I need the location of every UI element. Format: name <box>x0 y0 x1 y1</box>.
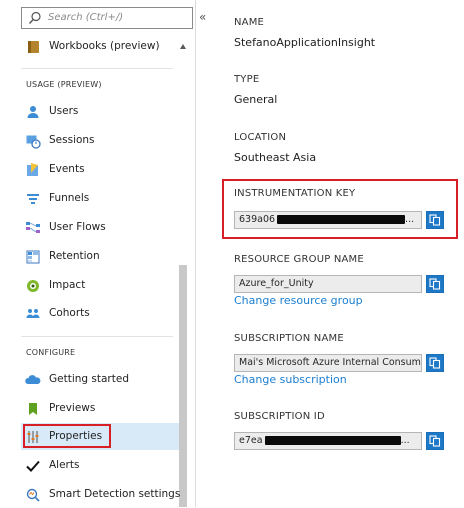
sidebar-item-sessions[interactable]: Sessions <box>21 127 179 154</box>
location-value: Southeast Asia <box>234 151 317 164</box>
impact-icon <box>27 280 39 292</box>
resource-group-label: RESOURCE GROUP NAME <box>234 254 364 265</box>
events-icon <box>27 163 38 176</box>
sidebar-item-cohorts[interactable]: Cohorts <box>21 300 179 327</box>
name-label: NAME <box>234 17 265 28</box>
section-usage: USAGE (PREVIEW) <box>26 80 102 89</box>
retention-icon <box>26 250 40 264</box>
subscription-id-prefix: e7ea <box>239 435 263 446</box>
subscription-id-field[interactable]: e7ea... <box>234 432 422 450</box>
redaction-mark <box>277 215 406 224</box>
sidebar-item-users[interactable]: Users <box>21 98 179 125</box>
sidebar-item-retention[interactable]: Retention <box>21 243 179 270</box>
copy-icon <box>429 278 441 290</box>
sidebar-item-label: Previews <box>49 402 96 414</box>
sidebar-item-label: Sessions <box>49 134 95 146</box>
smart-detection-icon <box>26 488 40 502</box>
type-value: General <box>234 93 278 106</box>
sidebar-item-funnels[interactable]: Funnels <box>21 185 179 212</box>
sidebar-item-label: User Flows <box>49 221 106 233</box>
sidebar-item-previews[interactable]: Previews <box>21 395 179 422</box>
search-icon <box>28 11 41 24</box>
sidebar-item-label: Workbooks (preview) <box>49 40 160 52</box>
sidebar-item-label: Alerts <box>49 459 80 471</box>
sidebar-item-label: Retention <box>49 250 100 262</box>
divider <box>21 68 173 69</box>
change-subscription-link[interactable]: Change subscription <box>234 373 347 386</box>
cohorts-icon <box>26 309 40 318</box>
instrumentation-key-label: INSTRUMENTATION KEY <box>234 188 356 199</box>
copy-subscription-name-button[interactable] <box>426 354 444 372</box>
copy-icon <box>429 214 441 226</box>
instrumentation-key-prefix: 639a06 <box>239 214 276 225</box>
type-label: TYPE <box>234 74 260 85</box>
collapse-menu-icon[interactable]: « <box>199 10 207 24</box>
sidebar-item-events[interactable]: Events <box>21 156 179 183</box>
resource-group-field[interactable]: Azure_for_Unity <box>234 275 422 293</box>
redaction-mark <box>264 436 401 445</box>
properties-highlight <box>23 424 111 448</box>
copy-icon <box>429 357 441 369</box>
resource-menu: Search (Ctrl+/) Workbooks (preview) USAG… <box>0 0 196 507</box>
sidebar-item-impact[interactable]: Impact <box>21 272 179 299</box>
checkmark-icon <box>26 460 40 472</box>
divider <box>21 336 173 337</box>
search-input[interactable]: Search (Ctrl+/) <box>21 7 193 29</box>
user-flows-icon <box>26 222 40 233</box>
scroll-thumb[interactable] <box>179 265 187 507</box>
sidebar-item-label: Events <box>49 163 85 175</box>
sidebar-item-user-flows[interactable]: User Flows <box>21 214 179 241</box>
sessions-icon <box>26 135 41 149</box>
scroll-up-icon[interactable] <box>180 44 186 49</box>
change-resource-group-link[interactable]: Change resource group <box>234 294 363 307</box>
sidebar-item-label: Users <box>49 105 79 117</box>
search-placeholder: Search (Ctrl+/) <box>48 12 124 23</box>
funnel-icon <box>27 194 39 204</box>
user-icon <box>27 106 39 118</box>
bookmark-icon <box>29 403 37 415</box>
sidebar-item-workbooks[interactable]: Workbooks (preview) <box>21 33 179 60</box>
copy-instrumentation-key-button[interactable] <box>426 211 444 229</box>
copy-subscription-id-button[interactable] <box>426 432 444 450</box>
subscription-name-value: Mai's Microsoft Azure Internal Consum... <box>239 357 422 368</box>
sidebar-scrollbar[interactable] <box>178 40 188 507</box>
subscription-id-label: SUBSCRIPTION ID <box>234 411 325 422</box>
sidebar-item-label: Getting started <box>49 373 129 385</box>
subscription-name-field[interactable]: Mai's Microsoft Azure Internal Consum... <box>234 354 422 372</box>
location-label: LOCATION <box>234 132 287 143</box>
subscription-id-suffix: ... <box>400 435 410 446</box>
copy-resource-group-button[interactable] <box>426 275 444 293</box>
workbook-icon <box>28 41 39 53</box>
name-value: StefanoApplicationInsight <box>234 36 376 49</box>
copy-icon <box>429 435 441 447</box>
subscription-name-label: SUBSCRIPTION NAME <box>234 333 344 344</box>
sidebar-item-label: Impact <box>49 279 86 291</box>
sidebar-item-label: Funnels <box>49 192 90 204</box>
instrumentation-key-suffix: ... <box>405 214 415 225</box>
resource-group-value: Azure_for_Unity <box>239 278 314 289</box>
sidebar-item-label: Smart Detection settings <box>49 488 181 500</box>
cloud-icon <box>25 375 41 384</box>
sidebar-item-alerts[interactable]: Alerts <box>21 452 179 479</box>
section-configure: CONFIGURE <box>26 348 76 357</box>
sidebar-item-label: Cohorts <box>49 307 90 319</box>
sidebar-item-getting-started[interactable]: Getting started <box>21 366 179 393</box>
instrumentation-key-field[interactable]: 639a06... <box>234 211 422 229</box>
sidebar-item-smart-detection[interactable]: Smart Detection settings <box>21 481 181 508</box>
